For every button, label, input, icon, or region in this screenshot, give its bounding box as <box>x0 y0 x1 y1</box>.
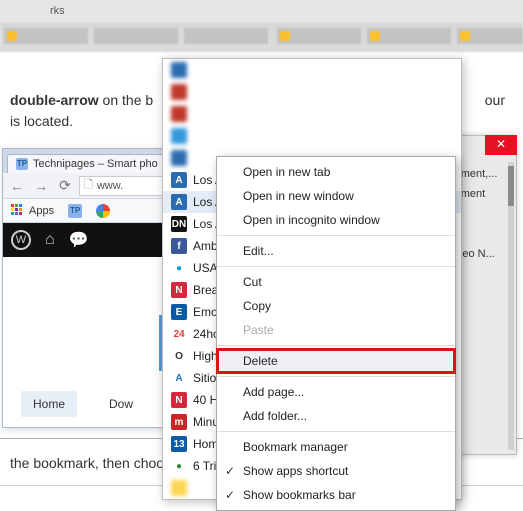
context-menu-separator <box>217 235 455 236</box>
bookmark-favicon <box>171 106 187 122</box>
context-menu-item-add-folder[interactable]: Add folder... <box>217 404 455 428</box>
top-band-text: rks <box>50 5 65 17</box>
bookmark-favicon: A <box>171 172 187 188</box>
context-menu-separator <box>217 266 455 267</box>
context-menu-item-show-bookmarks-bar[interactable]: Show bookmarks bar <box>217 483 455 507</box>
scrollbar-thumb[interactable] <box>508 166 514 206</box>
bookmark-favicon: A <box>171 194 187 210</box>
bookmark-item[interactable] <box>92 202 114 220</box>
apps-label: Apps <box>29 205 54 217</box>
home-icon[interactable]: ⌂ <box>45 231 55 249</box>
bookmark-favicon: f <box>171 238 187 254</box>
bookmark-favicon: O <box>171 348 187 364</box>
favicon-page-icon: 🗋 <box>84 176 93 195</box>
context-menu-item-show-apps-shortcut[interactable]: Show apps shortcut <box>217 459 455 483</box>
bookmark-overflow-item[interactable] <box>163 81 461 103</box>
bookmark-favicon: A <box>171 370 187 386</box>
tab-favicon: TP <box>16 158 28 170</box>
tab-title: Technipages – Smart pho <box>33 158 158 170</box>
bookmark-favicon <box>171 128 187 144</box>
bookmark-favicon: 24 <box>171 326 187 342</box>
bookmark-favicon-tp: TP <box>68 204 82 218</box>
bookmark-favicon: ● <box>171 458 187 474</box>
bookmark-favicon: m <box>171 414 187 430</box>
context-menu-item-copy[interactable]: Copy <box>217 294 455 318</box>
bookmark-favicon-google <box>96 204 110 218</box>
apps-grid-icon <box>11 204 25 218</box>
bookmark-favicon: DN <box>171 216 187 232</box>
blurred-bookmarks-strip <box>0 22 523 52</box>
context-menu-item-edit[interactable]: Edit... <box>217 239 455 263</box>
context-menu-item-bookmark-manager[interactable]: Bookmark manager <box>217 435 455 459</box>
context-menu-item-add-page[interactable]: Add page... <box>217 380 455 404</box>
reload-button[interactable]: ⟳ <box>55 176 75 196</box>
tab-dow[interactable]: Dow <box>97 391 145 417</box>
context-menu-item-delete[interactable]: Delete <box>217 349 455 373</box>
bookmark-overflow-item[interactable] <box>163 103 461 125</box>
bookmark-favicon: E <box>171 304 187 320</box>
context-menu-item-open-in-new-window[interactable]: Open in new window <box>217 184 455 208</box>
scrollbar[interactable] <box>508 162 514 450</box>
context-menu-separator <box>217 345 455 346</box>
bookmark-overflow-item[interactable] <box>163 125 461 147</box>
bookmark-favicon <box>171 150 187 166</box>
bookmark-favicon: 13 <box>171 436 187 452</box>
bookmark-favicon: N <box>171 392 187 408</box>
context-menu-item-open-in-incognito-window[interactable]: Open in incognito window <box>217 208 455 232</box>
bookmark-favicon <box>171 62 187 78</box>
bookmark-favicon: N <box>171 282 187 298</box>
tab-home[interactable]: Home <box>21 391 77 417</box>
context-menu-separator <box>217 376 455 377</box>
back-button[interactable]: ← <box>7 176 27 196</box>
bookmark-favicon: ● <box>171 260 187 276</box>
context-menu: Open in new tabOpen in new windowOpen in… <box>216 156 456 511</box>
comment-icon[interactable]: 💬 <box>69 230 89 250</box>
wordpress-icon[interactable]: W <box>11 230 31 250</box>
bookmark-favicon <box>171 84 187 100</box>
bookmark-item[interactable]: TP <box>64 202 86 220</box>
context-menu-item-paste: Paste <box>217 318 455 342</box>
top-gray-band: rks <box>0 0 523 22</box>
bookmark-favicon <box>171 480 187 496</box>
page-tabs: Home Dow <box>21 391 145 417</box>
context-menu-item-cut[interactable]: Cut <box>217 270 455 294</box>
apps-button[interactable]: Apps <box>7 202 58 220</box>
browser-tab[interactable]: TP Technipages – Smart pho <box>7 154 167 173</box>
forward-button[interactable]: → <box>31 176 51 196</box>
close-button[interactable]: ✕ <box>485 135 517 155</box>
bookmark-overflow-item[interactable] <box>163 59 461 81</box>
address-text: www. <box>97 180 123 192</box>
context-menu-item-open-in-new-tab[interactable]: Open in new tab <box>217 160 455 184</box>
context-menu-separator <box>217 431 455 432</box>
